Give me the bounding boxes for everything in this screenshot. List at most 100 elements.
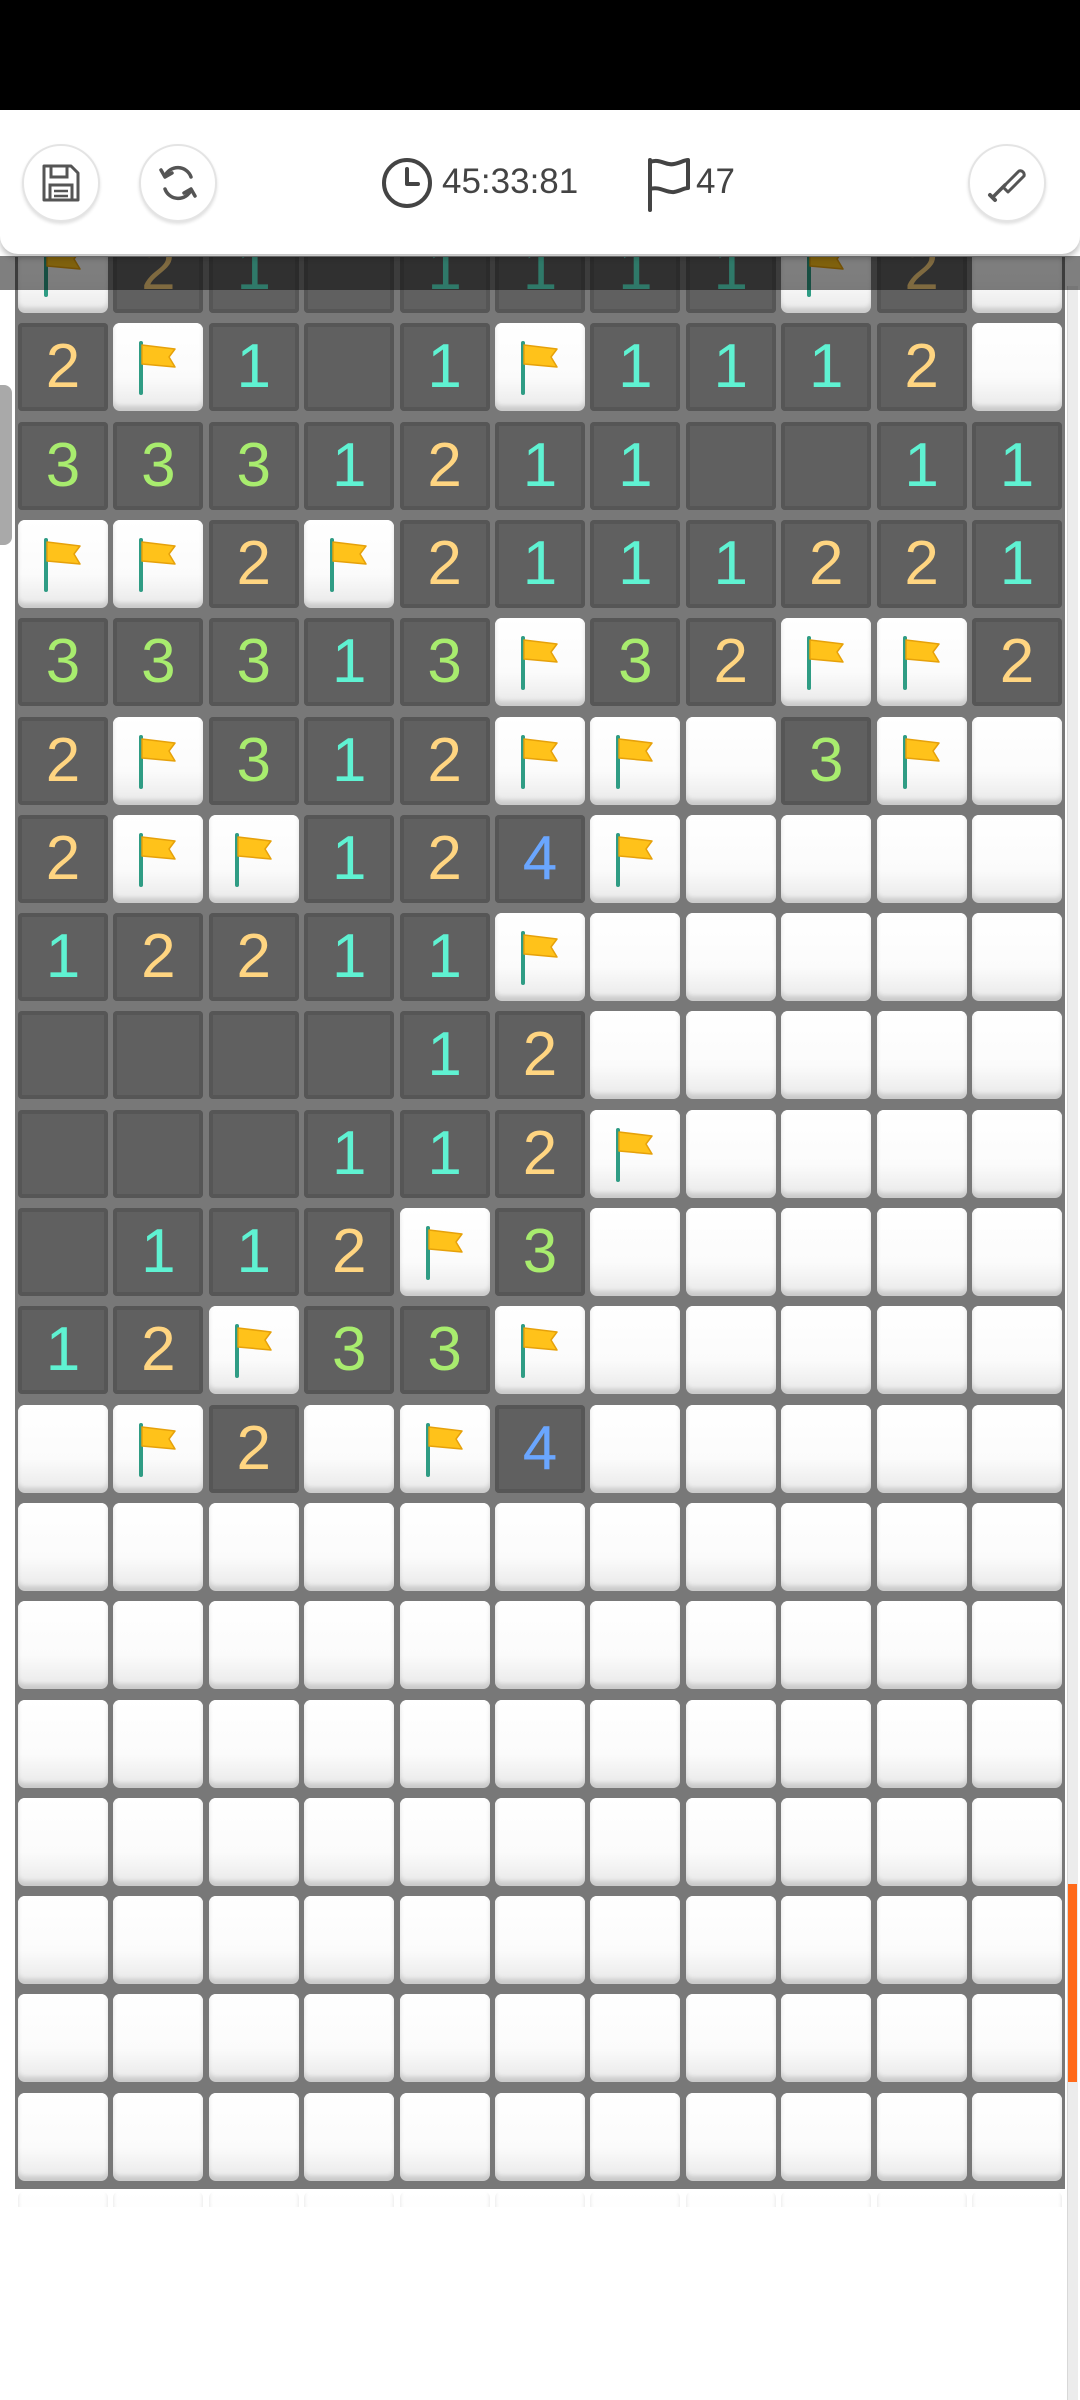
covered-cell[interactable] [18, 1797, 108, 1886]
covered-cell[interactable] [876, 1994, 967, 2083]
number-cell[interactable]: 1 [876, 421, 967, 510]
covered-cell[interactable] [304, 2092, 395, 2181]
number-cell[interactable]: 1 [399, 913, 490, 1002]
covered-cell[interactable] [208, 1601, 299, 1690]
number-cell[interactable]: 1 [304, 1109, 395, 1198]
covered-cell[interactable] [399, 1896, 490, 1985]
covered-cell[interactable] [495, 1994, 585, 2083]
number-cell[interactable]: 3 [113, 618, 204, 707]
flagged-cell[interactable] [495, 913, 585, 1002]
number-cell[interactable]: 1 [590, 323, 681, 412]
covered-cell[interactable] [685, 1699, 776, 1788]
covered-cell[interactable] [304, 1404, 395, 1493]
covered-cell[interactable] [972, 323, 1062, 412]
number-cell[interactable]: 1 [781, 323, 872, 412]
covered-cell[interactable] [685, 1306, 776, 1395]
covered-cell[interactable] [781, 1994, 872, 2083]
number-cell[interactable]: 1 [304, 814, 395, 903]
flagged-cell[interactable] [495, 618, 585, 707]
covered-cell[interactable] [590, 1994, 681, 2083]
covered-cell[interactable] [781, 1601, 872, 1690]
covered-cell[interactable] [876, 2191, 967, 2207]
covered-cell[interactable] [685, 716, 776, 805]
covered-cell[interactable] [113, 1699, 204, 1788]
covered-cell[interactable] [972, 814, 1062, 903]
number-cell[interactable]: 2 [113, 913, 204, 1002]
covered-cell[interactable] [685, 1109, 776, 1198]
flagged-cell[interactable] [208, 1306, 299, 1395]
covered-cell[interactable] [972, 1208, 1062, 1296]
flagged-cell[interactable] [399, 1404, 490, 1493]
covered-cell[interactable] [685, 1502, 776, 1591]
number-cell[interactable]: 1 [590, 519, 681, 608]
side-drawer-handle[interactable] [0, 385, 12, 545]
number-cell[interactable]: 2 [304, 1208, 395, 1296]
covered-cell[interactable] [876, 1797, 967, 1886]
covered-cell[interactable] [876, 2092, 967, 2181]
covered-cell[interactable] [685, 1011, 776, 1100]
covered-cell[interactable] [972, 1601, 1062, 1690]
covered-cell[interactable] [113, 1797, 204, 1886]
covered-cell[interactable] [876, 1109, 967, 1198]
covered-cell[interactable] [972, 1896, 1062, 1985]
number-cell[interactable]: 1 [208, 1208, 299, 1296]
covered-cell[interactable] [208, 1896, 299, 1985]
number-cell[interactable]: 2 [876, 323, 967, 412]
number-cell[interactable]: 2 [781, 519, 872, 608]
number-cell[interactable]: 2 [399, 814, 490, 903]
covered-cell[interactable] [685, 814, 776, 903]
covered-cell[interactable] [208, 1502, 299, 1591]
covered-cell[interactable] [304, 1699, 395, 1788]
covered-cell[interactable] [876, 1896, 967, 1985]
covered-cell[interactable] [113, 1896, 204, 1985]
number-cell[interactable]: 1 [113, 1208, 204, 1296]
covered-cell[interactable] [399, 2092, 490, 2181]
number-cell[interactable]: 1 [685, 323, 776, 412]
number-cell[interactable]: 2 [399, 716, 490, 805]
number-cell[interactable]: 1 [304, 421, 395, 510]
covered-cell[interactable] [876, 1699, 967, 1788]
covered-cell[interactable] [781, 1109, 872, 1198]
number-cell[interactable]: 2 [685, 618, 776, 707]
covered-cell[interactable] [876, 913, 967, 1002]
covered-cell[interactable] [876, 1502, 967, 1591]
number-cell[interactable]: 1 [590, 421, 681, 510]
covered-cell[interactable] [399, 2191, 490, 2207]
flagged-cell[interactable] [495, 716, 585, 805]
number-cell[interactable]: 1 [304, 913, 395, 1002]
covered-cell[interactable] [590, 1306, 681, 1395]
number-cell[interactable]: 2 [876, 519, 967, 608]
covered-cell[interactable] [685, 1601, 776, 1690]
covered-cell[interactable] [876, 1011, 967, 1100]
covered-cell[interactable] [972, 1404, 1062, 1493]
number-cell[interactable]: 2 [972, 618, 1062, 707]
number-cell[interactable]: 1 [972, 421, 1062, 510]
covered-cell[interactable] [590, 1011, 681, 1100]
scrollbar-thumb[interactable] [1068, 1884, 1077, 2082]
covered-cell[interactable] [304, 2191, 395, 2207]
covered-cell[interactable] [781, 1208, 872, 1296]
number-cell[interactable]: 3 [208, 618, 299, 707]
number-cell[interactable]: 1 [18, 913, 108, 1002]
covered-cell[interactable] [590, 1896, 681, 1985]
covered-cell[interactable] [590, 1699, 681, 1788]
covered-cell[interactable] [399, 1994, 490, 2083]
number-cell[interactable]: 3 [495, 1208, 585, 1296]
number-cell[interactable]: 2 [399, 519, 490, 608]
flagged-cell[interactable] [781, 618, 872, 707]
covered-cell[interactable] [18, 1601, 108, 1690]
number-cell[interactable]: 2 [208, 1404, 299, 1493]
flagged-cell[interactable] [113, 1404, 204, 1493]
covered-cell[interactable] [972, 1011, 1062, 1100]
covered-cell[interactable] [208, 1797, 299, 1886]
covered-cell[interactable] [208, 1994, 299, 2083]
number-cell[interactable]: 3 [304, 1306, 395, 1395]
covered-cell[interactable] [113, 1601, 204, 1690]
number-cell[interactable]: 1 [304, 618, 395, 707]
restart-button[interactable] [139, 144, 217, 222]
covered-cell[interactable] [18, 1699, 108, 1788]
number-cell[interactable]: 1 [972, 519, 1062, 608]
covered-cell[interactable] [781, 1797, 872, 1886]
number-cell[interactable]: 3 [590, 618, 681, 707]
dig-mode-button[interactable] [968, 144, 1046, 222]
